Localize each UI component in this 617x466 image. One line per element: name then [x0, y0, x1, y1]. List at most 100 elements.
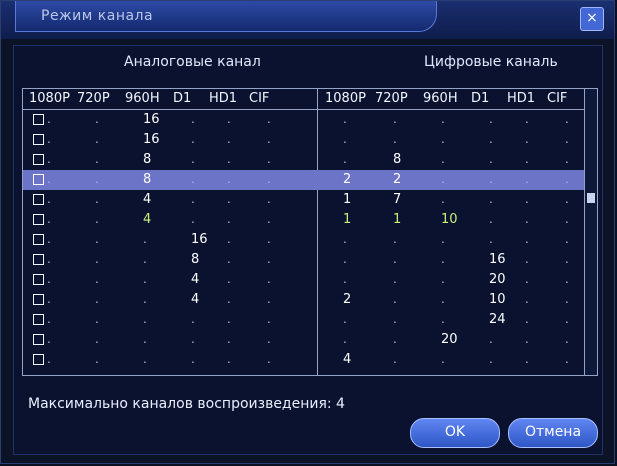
table-rows: .. 16........... 16........... 8.... 8......…	[23, 110, 597, 370]
left-cell: .	[267, 352, 271, 366]
analog-col-header: D1	[173, 91, 192, 106]
table-row[interactable]: ......... 24..	[23, 310, 597, 330]
close-icon[interactable]: ×	[580, 7, 604, 31]
left-cell: .	[191, 172, 195, 186]
row-checkbox[interactable]	[33, 354, 44, 365]
table-row[interactable]: .. 4... 1 7....	[23, 190, 597, 210]
right-cell: 1	[343, 212, 352, 227]
window-title: Режим канала	[41, 8, 154, 24]
right-cell: .	[343, 132, 347, 146]
left-cell: .	[227, 332, 231, 346]
row-checkbox[interactable]	[33, 114, 44, 125]
ok-button[interactable]: OK	[410, 418, 500, 448]
right-cell: .	[525, 152, 529, 166]
right-cell: 20	[489, 272, 506, 287]
row-checkbox[interactable]	[33, 174, 44, 185]
left-cell: .	[143, 232, 147, 246]
left-cell: .	[47, 172, 51, 186]
row-checkbox[interactable]	[33, 334, 44, 345]
row-checkbox[interactable]	[33, 234, 44, 245]
table-row[interactable]: ........ 20...	[23, 330, 597, 350]
right-cell: .	[441, 132, 445, 146]
right-cell: .	[565, 152, 569, 166]
left-cell: .	[47, 132, 51, 146]
right-cell: .	[393, 332, 397, 346]
left-cell: .	[267, 272, 271, 286]
right-cell: .	[565, 312, 569, 326]
right-cell: .	[343, 332, 347, 346]
row-checkbox[interactable]	[33, 134, 44, 145]
left-cell: .	[267, 172, 271, 186]
right-cell: .	[565, 212, 569, 226]
right-cell: .	[393, 232, 397, 246]
right-cell: .	[565, 132, 569, 146]
table-row[interactable]: .. 8.... 8....	[23, 150, 597, 170]
right-cell: 2	[343, 172, 352, 187]
right-cell: .	[565, 192, 569, 206]
left-cell: .	[143, 352, 147, 366]
cancel-button[interactable]: Отмена	[508, 418, 598, 448]
table-row[interactable]: ... 4.. 2.. 10..	[23, 290, 597, 310]
row-checkbox[interactable]	[33, 274, 44, 285]
left-cell: .	[267, 192, 271, 206]
left-cell: .	[143, 312, 147, 326]
left-cell: .	[95, 112, 99, 126]
digital-col-header: D1	[471, 91, 490, 106]
left-cell: .	[95, 352, 99, 366]
row-checkbox[interactable]	[33, 154, 44, 165]
right-cell: .	[565, 112, 569, 126]
max-channels-text: Максимально каналов воспроизведения: 4	[28, 396, 345, 412]
left-cell: .	[191, 212, 195, 226]
table-row[interactable]: ... 8..... 16..	[23, 250, 597, 270]
digital-col-header: 720P	[375, 91, 408, 106]
table-row[interactable]: ... 16........	[23, 230, 597, 250]
left-cell: .	[227, 312, 231, 326]
left-cell: .	[95, 212, 99, 226]
analog-col-header: HD1	[209, 91, 238, 106]
table-row[interactable]: ... 4..... 20..	[23, 270, 597, 290]
right-cell: .	[525, 292, 529, 306]
left-cell: .	[227, 352, 231, 366]
left-cell: .	[191, 192, 195, 206]
table-row[interactable]: .. 16.........	[23, 130, 597, 150]
digital-col-header: CIF	[547, 91, 568, 106]
table-row[interactable]: .. 4... 1 1 10...	[23, 210, 597, 230]
right-cell: .	[343, 112, 347, 126]
right-cell: .	[393, 112, 397, 126]
row-checkbox[interactable]	[33, 314, 44, 325]
right-cell: .	[489, 152, 493, 166]
left-cell: 16	[143, 112, 160, 127]
table-row[interactable]: .. 8... 2 2....	[23, 170, 597, 190]
left-cell: 8	[191, 252, 200, 267]
right-cell: .	[489, 212, 493, 226]
table-scrollbar[interactable]	[584, 89, 597, 375]
row-checkbox[interactable]	[33, 294, 44, 305]
right-cell: .	[525, 192, 529, 206]
table-row[interactable]: ...... 4.....	[23, 350, 597, 370]
left-cell: .	[95, 272, 99, 286]
right-cell: .	[525, 232, 529, 246]
right-cell: .	[441, 252, 445, 266]
analog-group-title: Аналоговые канал	[124, 54, 261, 70]
left-cell: .	[47, 312, 51, 326]
row-checkbox[interactable]	[33, 214, 44, 225]
left-cell: .	[267, 132, 271, 146]
table-header: 1080P 720P 960H D1 HD1 CIF 1080P 720P 960H D1 HD1 C…	[23, 89, 597, 110]
left-cell: .	[95, 172, 99, 186]
left-cell: .	[267, 112, 271, 126]
row-checkbox[interactable]	[33, 194, 44, 205]
right-cell: 4	[343, 352, 352, 367]
right-cell: .	[441, 272, 445, 286]
right-cell: .	[565, 352, 569, 366]
right-cell: .	[565, 252, 569, 266]
scroll-thumb[interactable]	[587, 193, 595, 203]
right-cell: .	[393, 132, 397, 146]
left-cell: 4	[191, 292, 200, 307]
table-row[interactable]: .. 16.........	[23, 110, 597, 130]
row-checkbox[interactable]	[33, 254, 44, 265]
left-cell: .	[191, 352, 195, 366]
right-cell: .	[441, 192, 445, 206]
right-cell: .	[441, 312, 445, 326]
right-cell: 20	[441, 332, 458, 347]
left-cell: .	[95, 292, 99, 306]
